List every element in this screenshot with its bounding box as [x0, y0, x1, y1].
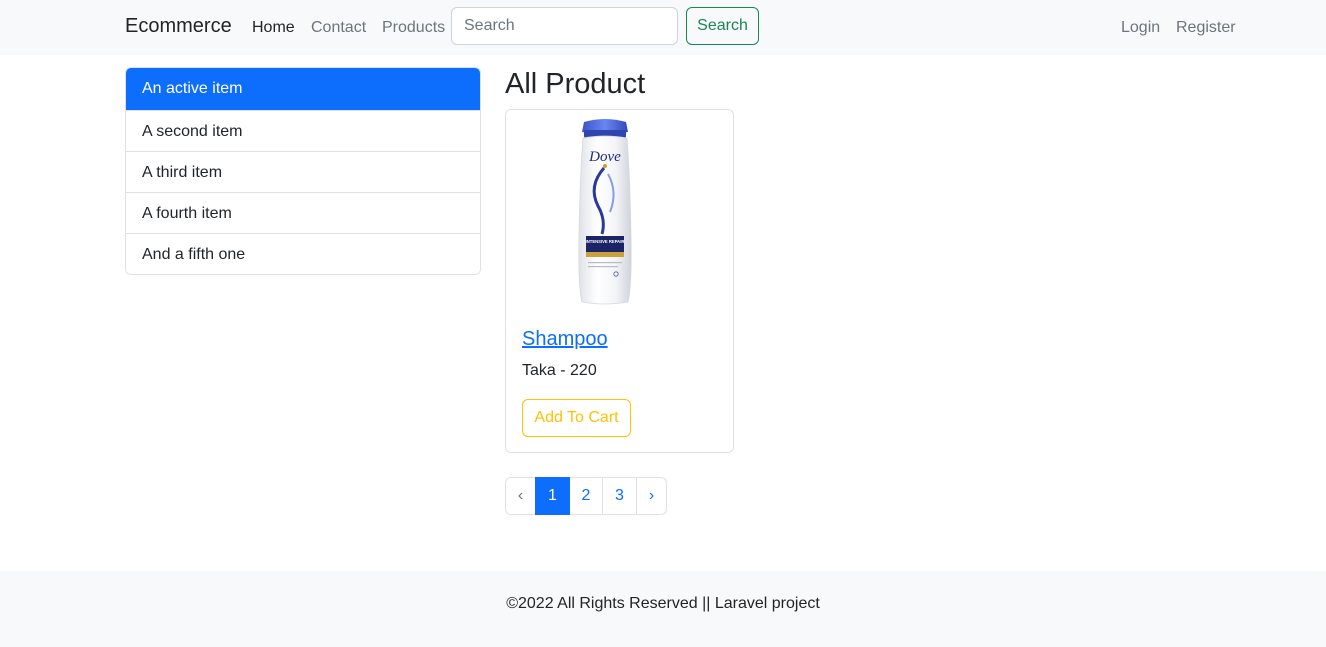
sidebar-item-fifth[interactable]: And a fifth one: [126, 233, 480, 274]
pagination-prev[interactable]: ‹: [505, 477, 536, 515]
product-image-brand: Dove: [588, 149, 621, 165]
page-title: All Product: [505, 68, 646, 100]
sidebar-item-fourth[interactable]: A fourth item: [126, 192, 480, 233]
pagination: ‹ 1 2 3 ›: [505, 477, 667, 515]
nav-link-contact[interactable]: Contact: [311, 19, 366, 37]
product-card: Dove INTENSIVE REPAIR Shampoo Taka - 220…: [505, 109, 734, 453]
sidebar-item-second[interactable]: A second item: [126, 110, 480, 151]
search-button[interactable]: Search: [686, 7, 759, 45]
pagination-next[interactable]: ›: [636, 477, 667, 515]
sidebar-item-active[interactable]: An active item: [126, 68, 480, 110]
footer: ©2022 All Rights Reserved || Laravel pro…: [0, 571, 1326, 647]
nav-link-register[interactable]: Register: [1176, 19, 1236, 37]
product-name-link[interactable]: Shampoo: [522, 328, 608, 351]
pagination-page-1[interactable]: 1: [535, 477, 570, 515]
sidebar-item-third[interactable]: A third item: [126, 151, 480, 192]
nav-link-home[interactable]: Home: [252, 19, 295, 37]
product-price: Taka - 220: [522, 362, 597, 379]
sidebar-list-group: An active item A second item A third ite…: [125, 67, 481, 275]
footer-text: ©2022 All Rights Reserved || Laravel pro…: [506, 595, 820, 612]
navbar-brand[interactable]: Ecommerce: [125, 15, 232, 38]
nav-link-login[interactable]: Login: [1121, 19, 1160, 37]
product-image-label: INTENSIVE REPAIR: [586, 239, 625, 244]
nav-link-products[interactable]: Products: [382, 19, 445, 37]
pagination-page-3[interactable]: 3: [602, 477, 637, 515]
product-image: Dove INTENSIVE REPAIR: [578, 119, 632, 305]
search-input[interactable]: [451, 7, 678, 45]
navbar: Ecommerce Home Contact Products Search L…: [0, 0, 1326, 55]
pagination-page-2[interactable]: 2: [569, 477, 603, 515]
add-to-cart-button[interactable]: Add To Cart: [522, 399, 631, 437]
